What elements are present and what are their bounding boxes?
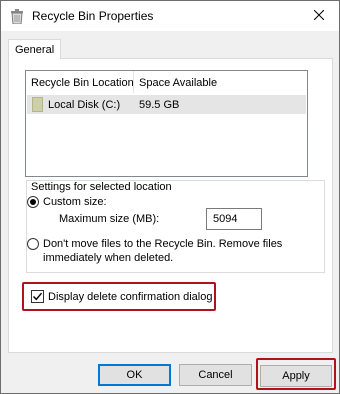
custom-size-radio[interactable] <box>27 196 39 208</box>
list-header: Recycle Bin Location Space Available <box>26 71 307 93</box>
max-size-input[interactable]: 5094 <box>206 208 262 230</box>
settings-group-label: Settings for selected location <box>29 181 174 193</box>
window-title: Recycle Bin Properties <box>32 9 154 23</box>
dont-move-label-continued: immediately when deleted. <box>43 252 174 264</box>
max-size-label: Maximum size (MB): <box>59 213 160 225</box>
recycle-bin-icon <box>10 9 24 25</box>
close-button[interactable] <box>299 1 339 31</box>
dont-move-radio[interactable] <box>27 238 39 250</box>
checkmark-icon <box>33 292 43 301</box>
space-available: 59.5 GB <box>139 99 180 111</box>
title-bar: Recycle Bin Properties <box>1 1 339 31</box>
column-header-location[interactable]: Recycle Bin Location <box>31 77 134 89</box>
close-icon <box>313 9 325 23</box>
location-list[interactable]: Recycle Bin Location Space Available Loc… <box>25 70 308 177</box>
apply-button[interactable]: Apply <box>260 365 332 387</box>
drive-icon <box>32 97 43 112</box>
tab-general-label: General <box>15 44 55 56</box>
cancel-button[interactable]: Cancel <box>179 364 252 386</box>
custom-size-label: Custom size: <box>43 196 107 208</box>
column-separator[interactable] <box>133 71 134 93</box>
dont-move-label: Don't move files to the Recycle Bin. Rem… <box>43 238 283 250</box>
confirmation-label: Display delete confirmation dialog <box>48 291 213 303</box>
list-item[interactable]: Local Disk (C:) 59.5 GB <box>27 95 306 114</box>
column-header-space[interactable]: Space Available <box>139 77 217 89</box>
confirmation-checkbox[interactable] <box>31 290 44 303</box>
ok-button[interactable]: OK <box>98 364 171 386</box>
tab-general[interactable]: General <box>8 39 61 59</box>
location-name: Local Disk (C:) <box>48 99 121 111</box>
properties-window: Recycle Bin Properties General Recycle B… <box>0 0 340 394</box>
